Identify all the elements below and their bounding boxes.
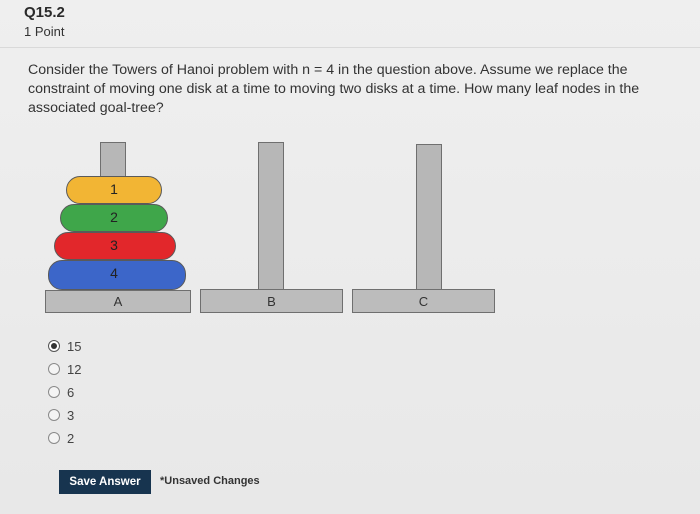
radio-button[interactable] [48,340,60,352]
radio-button[interactable] [48,409,60,421]
radio-button[interactable] [48,432,60,444]
option-12[interactable]: 12 [48,360,81,378]
disk-label-3: 3 [110,237,118,253]
peg-label-a: A [113,294,123,309]
radio-button[interactable] [48,363,60,375]
base-b: B [200,289,343,313]
option-3[interactable]: 3 [48,406,74,424]
question-page: Q15.2 1 Point Consider the Towers of Han… [0,0,700,514]
option-label: 6 [67,384,75,400]
option-15[interactable]: 15 [48,337,81,355]
base-c: C [352,289,495,313]
peg-label-c: C [418,293,429,309]
radio-button[interactable] [48,386,60,398]
unsaved-changes-status: *Unsaved Changes [160,475,260,487]
hanoi-figure: 1 2 3 4 A B C [0,0,700,514]
disk-label-2: 2 [110,209,118,225]
peg-c [416,144,442,292]
option-label: 3 [67,407,75,423]
base-a: A [45,290,191,313]
option-label: 15 [67,338,82,354]
peg-label-b: B [267,293,276,309]
save-answer-button[interactable]: Save Answer [59,470,151,494]
disk-label-1: 1 [110,181,118,197]
peg-b [258,142,284,292]
option-label: 2 [67,430,75,446]
option-6[interactable]: 6 [48,383,74,401]
option-2[interactable]: 2 [48,429,74,447]
option-label: 12 [67,361,82,377]
disk-label-4: 4 [110,265,118,281]
